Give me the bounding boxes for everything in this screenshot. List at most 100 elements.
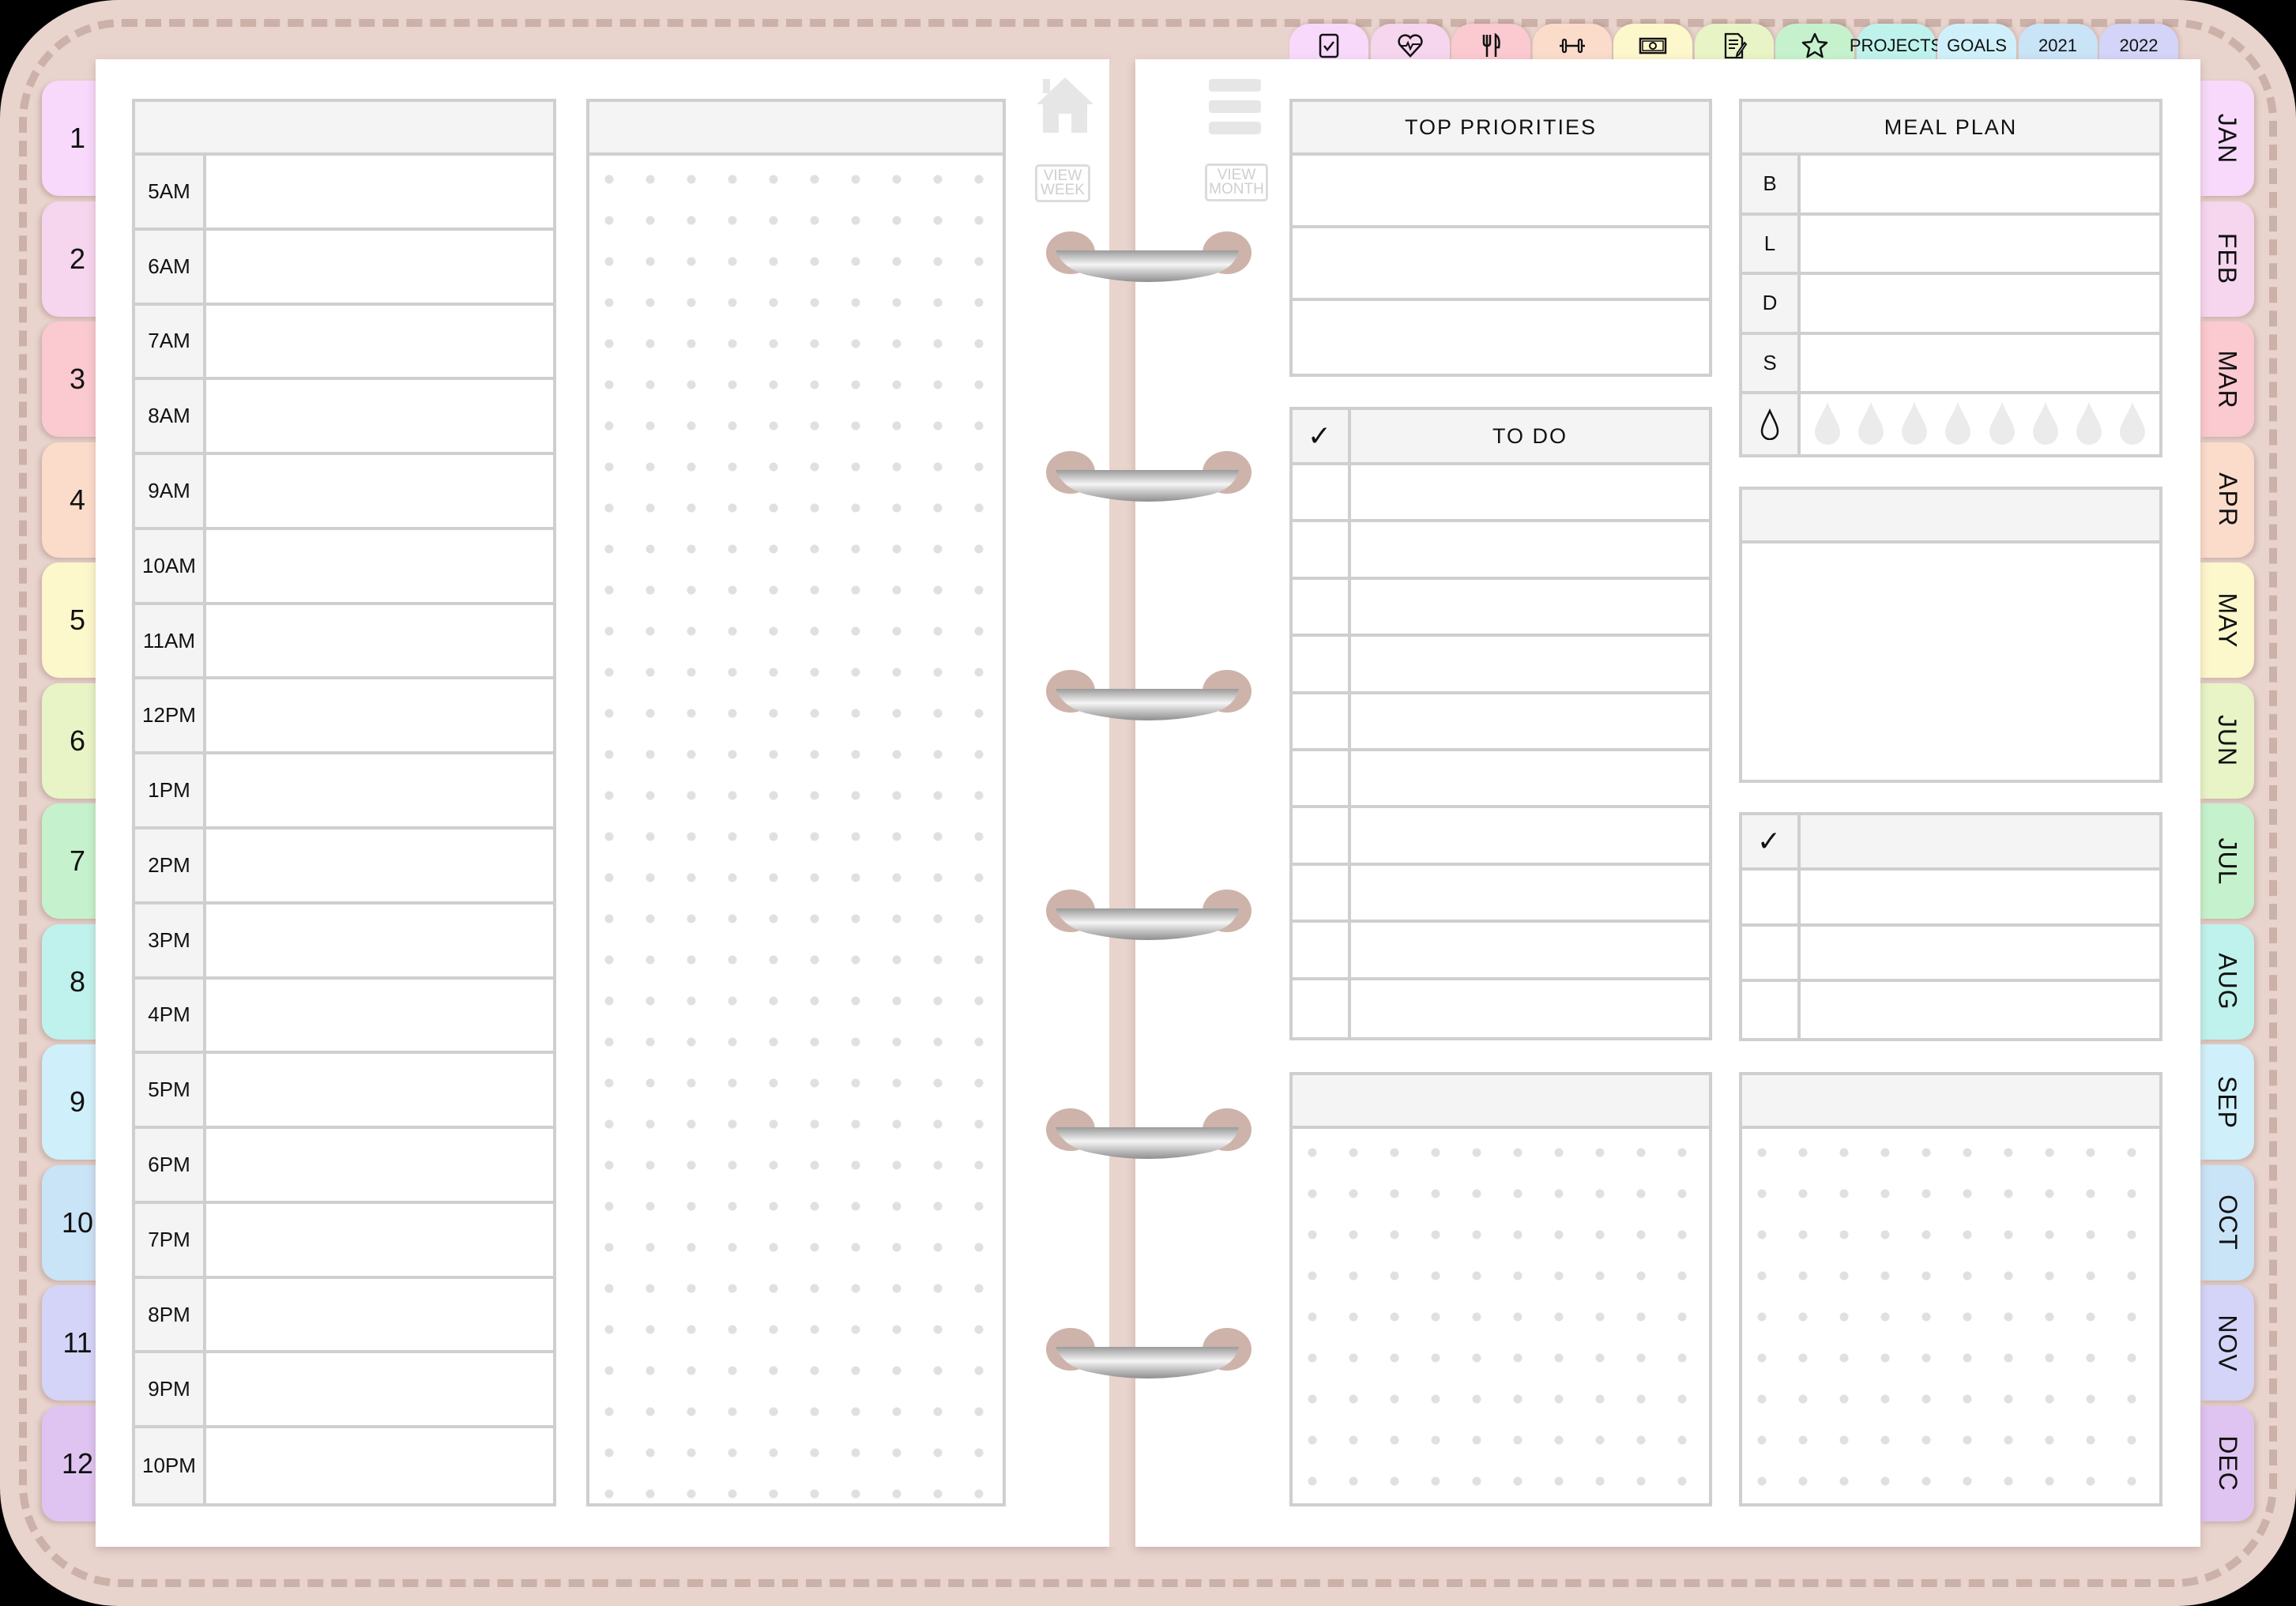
checkbox-cell[interactable] xyxy=(1742,871,1801,923)
dot-grid[interactable] xyxy=(1293,1129,1709,1503)
priority-row[interactable] xyxy=(1293,156,1709,228)
month-tab-feb[interactable]: FEB xyxy=(2200,201,2254,317)
water-drop-checkbox[interactable] xyxy=(1943,401,1973,449)
month-tab-label: DEC xyxy=(2213,1435,2242,1491)
schedule-row[interactable]: 1PM xyxy=(135,754,553,829)
checkbox-cell[interactable] xyxy=(1742,926,1801,980)
bottom-right-header[interactable] xyxy=(1742,1075,2159,1129)
notes-left-header[interactable] xyxy=(589,102,1003,156)
month-tab-jul[interactable]: JUL xyxy=(2200,803,2254,919)
checklist-title[interactable] xyxy=(1801,815,2159,867)
priority-row[interactable] xyxy=(1293,301,1709,374)
schedule-row[interactable]: 7PM xyxy=(135,1203,553,1279)
time-label: 4PM xyxy=(135,979,206,1051)
meal-row-b[interactable]: B xyxy=(1742,156,2159,216)
checkbox-cell[interactable] xyxy=(1293,865,1351,920)
checklist-row[interactable] xyxy=(1742,926,2159,983)
checkbox-cell[interactable] xyxy=(1293,637,1351,691)
schedule-row[interactable]: 7AM xyxy=(135,305,553,381)
todo-row[interactable] xyxy=(1293,637,1709,694)
schedule-row[interactable]: 6PM xyxy=(135,1129,553,1204)
schedule-row[interactable]: 12PM xyxy=(135,679,553,755)
schedule-row[interactable]: 11AM xyxy=(135,604,553,680)
view-week-button[interactable]: VIEW WEEK xyxy=(1035,164,1090,202)
money-icon xyxy=(1639,32,1667,60)
todo-row[interactable] xyxy=(1293,579,1709,638)
schedule-row[interactable]: 9AM xyxy=(135,455,553,530)
todo-row[interactable] xyxy=(1293,923,1709,980)
time-label: 12PM xyxy=(135,679,206,752)
checkbox-cell[interactable] xyxy=(1293,980,1351,1037)
checkbox-cell[interactable] xyxy=(1293,751,1351,806)
todo-row[interactable] xyxy=(1293,980,1709,1037)
todo-row[interactable] xyxy=(1293,751,1709,809)
todo-row[interactable] xyxy=(1293,865,1709,923)
checkbox-cell[interactable] xyxy=(1293,465,1351,520)
meal-row-s[interactable]: S xyxy=(1742,334,2159,395)
priority-row[interactable] xyxy=(1293,228,1709,301)
water-drop-checkbox[interactable] xyxy=(2117,401,2147,449)
month-tab-nov[interactable]: NOV xyxy=(2200,1285,2254,1401)
checkbox-cell[interactable] xyxy=(1293,694,1351,748)
notes-right-header[interactable] xyxy=(1742,490,2159,543)
schedule-row[interactable]: 8PM xyxy=(135,1278,553,1354)
water-drop-checkbox[interactable] xyxy=(1987,401,2017,449)
time-label: 2PM xyxy=(135,829,206,901)
month-tab-aug[interactable]: AUG xyxy=(2200,923,2254,1040)
top-priorities-title: TOP PRIORITIES xyxy=(1293,102,1709,156)
schedule-row[interactable]: 6AM xyxy=(135,230,553,306)
month-tab-label: FEB xyxy=(2213,232,2242,285)
todo-row[interactable] xyxy=(1293,522,1709,580)
schedule-row[interactable]: 9PM xyxy=(135,1353,553,1429)
schedule-row[interactable]: 4PM xyxy=(135,979,553,1055)
fork-knife-icon xyxy=(1477,32,1505,60)
checkbox-cell[interactable] xyxy=(1293,808,1351,863)
water-drop-checkbox[interactable] xyxy=(1899,401,1929,449)
checkbox-cell[interactable] xyxy=(1293,522,1351,577)
schedule-row[interactable]: 2PM xyxy=(135,829,553,905)
schedule-row[interactable]: 5AM xyxy=(135,156,553,231)
water-drop-checkbox[interactable] xyxy=(2031,401,2061,449)
meal-row-l[interactable]: L xyxy=(1742,215,2159,276)
dot-grid[interactable] xyxy=(1742,1129,2159,1503)
water-drop-checkbox[interactable] xyxy=(1812,401,1842,449)
checklist-row[interactable] xyxy=(1742,871,2159,927)
checkbox-cell[interactable] xyxy=(1293,579,1351,634)
schedule-row[interactable]: 8AM xyxy=(135,380,553,456)
water-drop-checkbox[interactable] xyxy=(2074,401,2104,449)
month-tab-jun[interactable]: JUN xyxy=(2200,683,2254,799)
month-tab-dec[interactable]: DEC xyxy=(2200,1405,2254,1521)
month-tab-sep[interactable]: SEP xyxy=(2200,1044,2254,1160)
todo-row[interactable] xyxy=(1293,465,1709,523)
bottom-left-header[interactable] xyxy=(1293,1075,1709,1129)
dot-grid[interactable] xyxy=(589,156,1003,1503)
todo-header: ✓ TO DO xyxy=(1293,410,1709,465)
schedule-row[interactable]: 10PM xyxy=(135,1428,553,1503)
menu-icon[interactable] xyxy=(1209,79,1261,136)
month-tab-apr[interactable]: APR xyxy=(2200,442,2254,558)
schedule-row[interactable]: 10AM xyxy=(135,529,553,605)
todo-row[interactable] xyxy=(1293,808,1709,866)
month-tab-label: NOV xyxy=(2213,1314,2242,1372)
view-month-button[interactable]: VIEW MONTH xyxy=(1205,164,1268,201)
schedule-row[interactable]: 3PM xyxy=(135,904,553,980)
month-tab-jan[interactable]: JAN xyxy=(2200,81,2254,196)
checkbox-cell[interactable] xyxy=(1742,982,1801,1038)
water-drop-checkbox[interactable] xyxy=(1856,401,1886,449)
notes-right-body[interactable] xyxy=(1742,543,2159,780)
meal-label: S xyxy=(1742,334,1801,392)
month-tab-oct[interactable]: OCT xyxy=(2200,1164,2254,1281)
todo-table: ✓ TO DO xyxy=(1289,407,1712,1040)
month-tab-may[interactable]: MAY xyxy=(2200,562,2254,678)
meal-row-d[interactable]: D xyxy=(1742,275,2159,335)
month-tab-label: MAY xyxy=(2213,592,2242,648)
schedule-row[interactable]: 5PM xyxy=(135,1054,553,1130)
todo-row[interactable] xyxy=(1293,694,1709,751)
checkbox-cell[interactable] xyxy=(1293,923,1351,977)
checklist-row[interactable] xyxy=(1742,982,2159,1038)
time-label: 7PM xyxy=(135,1203,206,1276)
schedule-header[interactable] xyxy=(135,102,553,156)
month-tab-mar[interactable]: MAR xyxy=(2200,322,2254,437)
home-icon[interactable] xyxy=(1033,73,1097,136)
water-drop-icon xyxy=(1742,394,1801,454)
